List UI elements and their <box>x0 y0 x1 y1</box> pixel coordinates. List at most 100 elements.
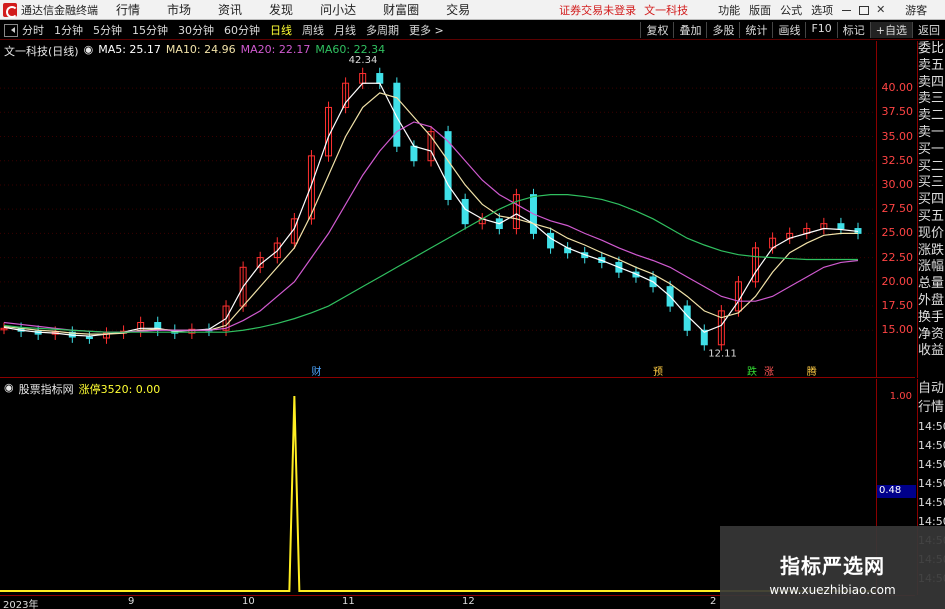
quote-field-label: 换手 <box>918 309 945 325</box>
watermark: 指标严选网 www.xuezhibiao.com <box>720 526 945 609</box>
price-tick: 17.50 <box>881 299 914 313</box>
menu-gongshi[interactable]: 公式 <box>780 2 802 18</box>
event-marker: 跌 <box>747 365 757 378</box>
candle-body <box>85 336 93 340</box>
tool-back[interactable]: 返回 <box>912 22 945 38</box>
quote-field-label: 卖二 <box>918 108 945 124</box>
login-notice[interactable]: 证券交易未登录 <box>559 2 636 18</box>
tick-time: 14:50 <box>918 477 945 490</box>
event-marker: 腾 <box>807 365 817 378</box>
tick-time: 14:50 <box>918 458 945 471</box>
low-annotation: 12.11 <box>708 348 737 359</box>
kline-svg: 42.3412.11财预跌涨腾 <box>0 55 876 378</box>
menu-shichang[interactable]: 市场 <box>167 1 191 18</box>
app-name: 通达信金融终端 <box>21 3 98 17</box>
tool-fuquan[interactable]: 复权 <box>640 22 673 38</box>
quote-field-label: 买二 <box>918 158 945 174</box>
tool-diejia[interactable]: 叠加 <box>673 22 706 38</box>
kline-chart-pane[interactable]: 文一科技(日线) ◉ MA5: 25.17 MA10: 24.96 MA20: … <box>0 41 915 378</box>
stock-name: 文一科技 <box>644 3 689 17</box>
period-more[interactable]: 更多 > <box>409 22 444 38</box>
candle-body <box>837 223 845 230</box>
price-tick: 27.50 <box>881 202 914 216</box>
menu-xuanxiang[interactable]: 选项 <box>811 2 833 18</box>
period-15min[interactable]: 15分钟 <box>132 22 168 38</box>
price-tick: 32.50 <box>881 153 914 167</box>
quote-field-label: 卖五 <box>918 57 945 73</box>
menu-banmian[interactable]: 版面 <box>749 2 771 18</box>
period-monthly[interactable]: 月线 <box>334 22 356 38</box>
quote-field-label: 总量 <box>918 276 945 292</box>
quote-field-label: 买五 <box>918 208 945 224</box>
sub-side-tab[interactable]: 自动 <box>918 379 945 398</box>
price-tick: 35.00 <box>881 129 914 143</box>
menu-gongneng[interactable]: 功能 <box>718 2 740 18</box>
quote-field-label: 卖三 <box>918 91 945 107</box>
tool-huaxian[interactable]: 画线 <box>772 22 805 38</box>
tick-time: 14:50 <box>918 496 945 509</box>
close-icon[interactable]: ✕ <box>876 4 886 15</box>
quote-field-label: 收益 <box>918 343 945 359</box>
price-tick: 25.00 <box>881 226 914 240</box>
ma10-value: MA10: 24.96 <box>165 43 236 56</box>
period-5min[interactable]: 5分钟 <box>93 22 122 38</box>
minimize-icon[interactable] <box>842 5 852 15</box>
quote-field-label: 涨跌 <box>918 242 945 258</box>
quote-field-label: 买四 <box>918 192 945 208</box>
date-tick: 2 <box>710 596 717 607</box>
tool-duogu[interactable]: 多股 <box>706 22 739 38</box>
price-tick: 15.00 <box>881 323 914 337</box>
quote-field-label: 买一 <box>918 141 945 157</box>
date-tick: 12 <box>462 596 475 607</box>
menu-jiaoyi[interactable]: 交易 <box>446 1 470 18</box>
menu-zixun[interactable]: 资讯 <box>218 1 242 18</box>
back-arrow-icon[interactable] <box>4 23 18 37</box>
period-weekly[interactable]: 周线 <box>302 22 324 38</box>
candle-body <box>393 82 401 147</box>
watermark-url: www.xuezhibiao.com <box>769 583 896 597</box>
tool-add-watchlist[interactable]: +自选 <box>869 22 912 38</box>
period-fenshi[interactable]: 分时 <box>22 22 44 38</box>
settings-circle-icon[interactable]: ◉ <box>84 43 94 59</box>
quote-field-label: 净资 <box>918 326 945 342</box>
candle-body <box>410 145 418 162</box>
quote-field-label: 卖一 <box>918 124 945 140</box>
event-marker: 涨 <box>764 366 774 378</box>
tool-tongji[interactable]: 统计 <box>739 22 772 38</box>
menu-wenxiaoda[interactable]: 问小达 <box>320 1 356 18</box>
period-1min[interactable]: 1分钟 <box>54 22 83 38</box>
menu-faxian[interactable]: 发现 <box>269 1 293 18</box>
menu-caifuquan[interactable]: 财富圈 <box>383 1 419 18</box>
chart-title: 文一科技(日线) <box>4 45 79 58</box>
event-marker: 财 <box>311 365 321 378</box>
maximize-icon[interactable] <box>859 5 870 15</box>
menu-hangqing[interactable]: 行情 <box>116 1 140 18</box>
quote-field-label: 委比 <box>918 41 945 56</box>
quote-field-label: 现价 <box>918 225 945 241</box>
period-60min[interactable]: 60分钟 <box>224 22 260 38</box>
price-tick: 22.50 <box>881 250 914 264</box>
guest-user[interactable]: 游客 <box>905 2 927 18</box>
watermark-title: 指标严选网 <box>780 554 885 578</box>
tool-f10[interactable]: F10 <box>805 22 836 38</box>
period-30min[interactable]: 30分钟 <box>178 22 214 38</box>
app-window: 通达信金融终端 行情 市场 资讯 发现 问小达 财富圈 交易 证券交易未登录 文… <box>0 0 945 609</box>
date-tick: 11 <box>342 596 355 607</box>
price-tick: 30.00 <box>881 177 914 191</box>
price-tick: 40.00 <box>881 81 914 95</box>
ma-line-ma60 <box>3 194 858 333</box>
ma5-value: MA5: 25.17 <box>98 43 161 56</box>
sub-side-tab[interactable]: 行情 <box>918 398 945 417</box>
period-multi[interactable]: 多周期 <box>366 22 399 38</box>
candle-body <box>461 198 469 225</box>
quote-field-label: 买三 <box>918 175 945 191</box>
sub-tick-max: 1.00 <box>889 391 912 402</box>
period-daily[interactable]: 日线 <box>270 22 292 38</box>
candle-body <box>376 73 384 84</box>
tool-biaoji[interactable]: 标记 <box>836 22 870 38</box>
app-logo-icon <box>3 2 18 18</box>
menu-bar: 通达信金融终端 行情 市场 资讯 发现 问小达 财富圈 交易 证券交易未登录 文… <box>0 0 945 20</box>
price-tick: 37.50 <box>881 105 914 119</box>
quote-field-label: 涨幅 <box>918 259 945 275</box>
ma20-value: MA20: 22.17 <box>240 43 311 56</box>
